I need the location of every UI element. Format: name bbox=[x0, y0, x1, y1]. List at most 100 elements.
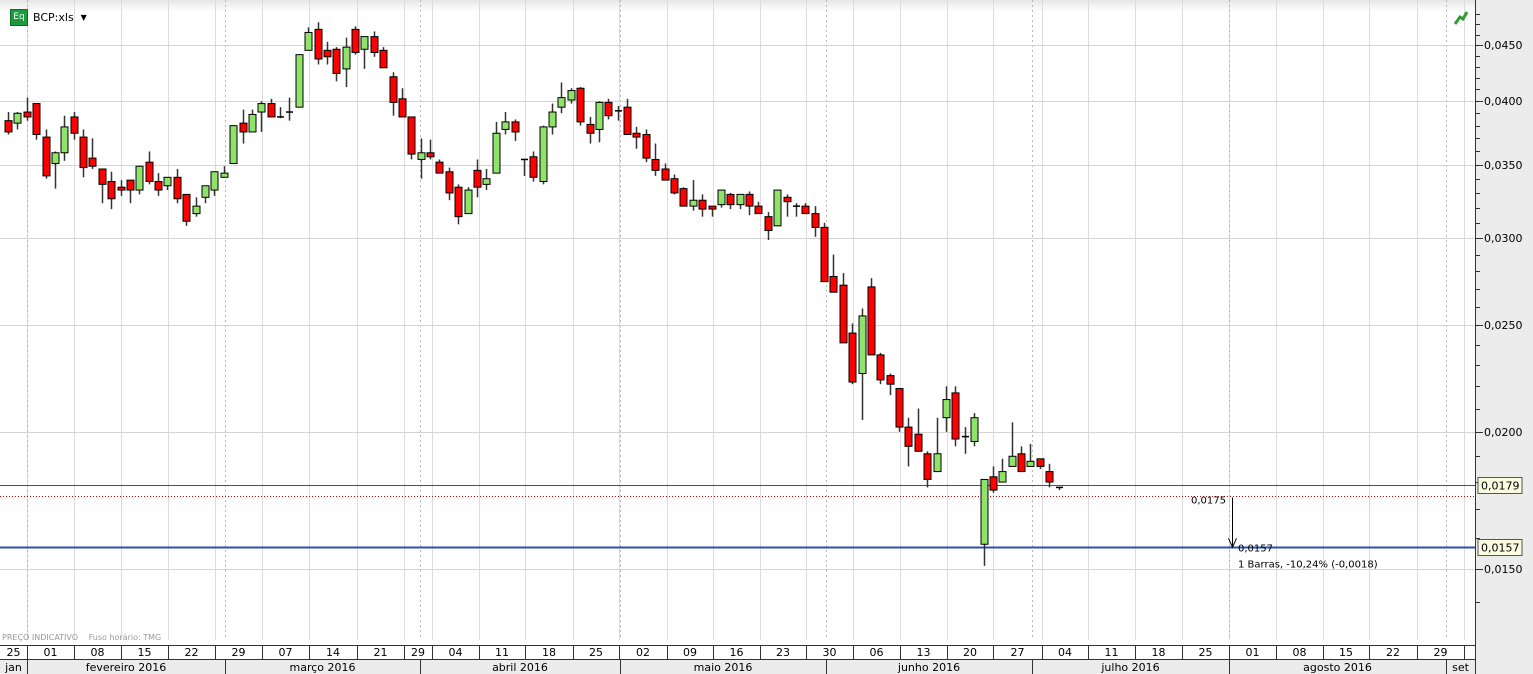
candle bbox=[576, 87, 585, 126]
candle-body-up bbox=[933, 453, 942, 473]
candle-body-down bbox=[661, 168, 670, 181]
week-label: 16 bbox=[730, 646, 744, 659]
candle-body-down bbox=[435, 161, 444, 174]
candle-body-down bbox=[632, 132, 641, 138]
candle bbox=[745, 191, 754, 216]
candle-body-down bbox=[88, 157, 97, 167]
candle-body-up bbox=[539, 126, 548, 183]
candle-body-up bbox=[970, 417, 979, 442]
candle-body-up bbox=[342, 46, 351, 70]
candle bbox=[1008, 422, 1017, 467]
candle-body-up bbox=[980, 478, 989, 545]
candle-body-down bbox=[379, 49, 388, 69]
candle-body-up bbox=[257, 103, 266, 113]
candle-body-down bbox=[679, 188, 688, 207]
week-label: 23 bbox=[776, 646, 790, 659]
y-tick-label: 0,0350 bbox=[1484, 159, 1523, 172]
candle bbox=[145, 151, 154, 185]
week-label: 25 bbox=[589, 646, 603, 659]
week-label: 09 bbox=[683, 646, 697, 659]
timezone-label: Fuso horário: TMG bbox=[88, 633, 162, 642]
candle bbox=[998, 458, 1007, 483]
candle-body-down bbox=[182, 193, 191, 222]
candle bbox=[492, 121, 501, 174]
candle bbox=[867, 278, 876, 356]
candle bbox=[482, 168, 491, 191]
candle-body-up bbox=[201, 185, 210, 198]
candle bbox=[304, 27, 313, 51]
candle-body-down bbox=[42, 136, 51, 177]
candle-body-up bbox=[163, 176, 172, 187]
candle bbox=[210, 171, 219, 196]
candle-body-down bbox=[829, 275, 838, 293]
candle bbox=[670, 174, 679, 195]
candle-body-up bbox=[210, 171, 219, 191]
candle-body-down bbox=[642, 134, 651, 159]
candle bbox=[708, 205, 717, 217]
price-tag-label: 0,0157 bbox=[1481, 542, 1520, 555]
candle bbox=[501, 112, 510, 135]
candle bbox=[801, 203, 810, 215]
candle-body-down bbox=[867, 286, 876, 356]
candle-body-up bbox=[229, 125, 238, 165]
week-label: 25 bbox=[7, 646, 21, 659]
candle bbox=[389, 72, 398, 116]
candle-body-down bbox=[651, 158, 660, 171]
week-label: 25 bbox=[1199, 646, 1213, 659]
symbol-label[interactable]: BCP:xls bbox=[33, 11, 74, 24]
candle bbox=[521, 158, 528, 176]
week-label: 11 bbox=[1105, 646, 1119, 659]
candle-body-up bbox=[858, 315, 867, 375]
candle bbox=[201, 185, 210, 204]
candle bbox=[839, 273, 848, 344]
candle bbox=[60, 115, 69, 161]
candle-body-down bbox=[79, 136, 88, 169]
candle bbox=[454, 184, 463, 225]
candle-body-up bbox=[717, 189, 726, 206]
candle bbox=[277, 107, 284, 119]
candle bbox=[820, 222, 829, 283]
week-label: 21 bbox=[374, 646, 388, 659]
price-tag: 0,0179 bbox=[1477, 477, 1523, 494]
candle bbox=[895, 388, 904, 432]
measure-summary-label: 1 Barras, -10,24% (-0,0018) bbox=[1238, 559, 1378, 570]
week-label: 20 bbox=[963, 646, 977, 659]
candle bbox=[539, 125, 548, 185]
candle-body-down bbox=[145, 161, 154, 183]
candle bbox=[351, 26, 360, 55]
week-label: 11 bbox=[495, 646, 509, 659]
chart-header[interactable]: Eq BCP:xls ▼ bbox=[10, 9, 87, 26]
candle-body-down bbox=[332, 48, 341, 74]
candle bbox=[314, 22, 323, 65]
candle bbox=[98, 168, 107, 204]
caret-down-icon[interactable]: ▼ bbox=[81, 13, 87, 22]
candle-body-down bbox=[923, 453, 932, 480]
candle bbox=[42, 129, 51, 179]
candle bbox=[642, 129, 651, 163]
measure-to-label: 0,0157 bbox=[1238, 543, 1273, 554]
candle bbox=[615, 105, 622, 121]
candle-body-down bbox=[314, 28, 323, 60]
y-tick-label: 0,0450 bbox=[1484, 39, 1523, 52]
candle-body-up bbox=[482, 178, 491, 185]
candle bbox=[923, 451, 932, 488]
candle bbox=[529, 151, 538, 182]
candle-body-down bbox=[904, 426, 913, 447]
candle bbox=[886, 373, 895, 396]
candle bbox=[604, 98, 613, 120]
week-label: 13 bbox=[917, 646, 931, 659]
candle bbox=[135, 165, 144, 195]
week-label: 18 bbox=[542, 646, 556, 659]
candle bbox=[445, 167, 454, 201]
candle-body-down bbox=[4, 120, 13, 133]
candle-body-down bbox=[726, 193, 735, 206]
month-label: set bbox=[1452, 661, 1469, 674]
candle-body-up bbox=[1026, 460, 1035, 467]
candlestick-chart[interactable]: 0,0450 0,0400 0,0350 0,0300 0,0250 0,0200 0,01… bbox=[0, 0, 1533, 674]
candle-body-up bbox=[464, 189, 473, 215]
candle bbox=[970, 413, 979, 447]
week-label: 29 bbox=[1434, 646, 1448, 659]
candle-body-up bbox=[220, 172, 229, 178]
candle-body-down bbox=[576, 87, 585, 123]
trend-arrow-icon bbox=[1453, 11, 1469, 25]
